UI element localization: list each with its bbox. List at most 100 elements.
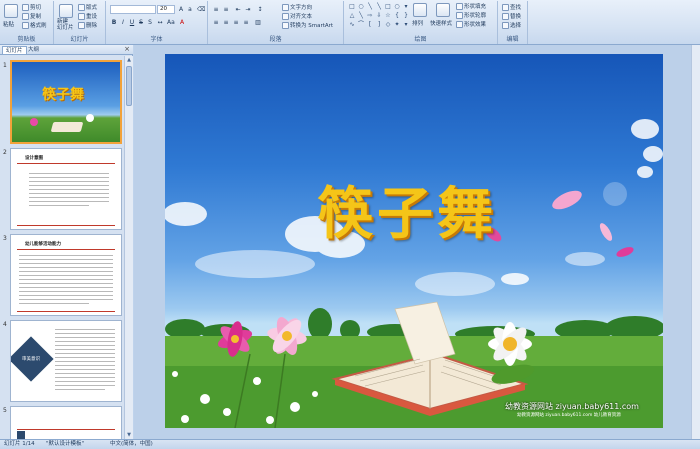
text-line [19, 291, 113, 292]
strikethrough-icon[interactable]: S [137, 18, 145, 26]
divider [17, 225, 115, 226]
tab-outline[interactable]: 大纲 [25, 46, 42, 54]
numbering-icon[interactable]: ≡ [222, 5, 230, 13]
find-button[interactable]: 查找 [502, 3, 521, 11]
line-spacing-icon[interactable]: ↕ [256, 5, 264, 13]
copy-button[interactable]: 复制 [22, 12, 41, 20]
delete-slide-button[interactable]: 删除 [78, 21, 97, 29]
paste-button[interactable]: 粘贴 [3, 20, 14, 28]
slide-title[interactable]: 筷子舞 [317, 169, 497, 250]
font-size-combo[interactable]: 20 [157, 5, 175, 14]
select-button[interactable]: 选择 [502, 21, 521, 29]
clear-format-icon[interactable]: ⌫ [196, 5, 205, 13]
book-image [50, 122, 84, 132]
columns-icon[interactable]: ▥ [254, 18, 262, 26]
grow-font-icon[interactable]: A [177, 5, 185, 13]
scroll-up-icon[interactable]: ▲ [125, 56, 133, 64]
underline-icon[interactable]: U [128, 18, 136, 26]
italic-icon[interactable]: I [119, 18, 127, 26]
curve-shape-icon[interactable]: ∿ [348, 21, 356, 29]
rect-shape-icon[interactable]: □ [384, 3, 392, 11]
new-slide-button[interactable]: 新建 幻灯片 [57, 19, 74, 31]
new-slide-icon[interactable] [59, 4, 73, 18]
shapes-gallery[interactable]: □ ○ ╲ ╲ □ ○ ▾ △ ╲ ⇨ ⇩ ☆{} ∿ ⌒[] ◇ ✦ ▾ [348, 3, 410, 31]
star-shape-icon[interactable]: ☆ [384, 12, 392, 20]
shrink-font-icon[interactable]: a [186, 5, 194, 13]
line-shape-icon[interactable]: ╲ [357, 12, 365, 20]
arrow-shape-icon[interactable]: ⇨ [366, 12, 374, 20]
panel-scrollbar[interactable]: ▲ ▼ [124, 56, 133, 439]
brace-shape-icon[interactable]: } [402, 12, 410, 20]
align-right-icon[interactable]: ≡ [232, 18, 240, 26]
reset-button[interactable]: 重设 [78, 12, 97, 20]
align-text-icon [282, 12, 289, 20]
shape-fill-button[interactable]: 形状填充 [456, 2, 486, 10]
layout-button[interactable]: 版式 [78, 3, 97, 11]
callout-shape-icon[interactable]: ◇ [384, 21, 392, 29]
thumbnail-list: 1 筷子舞 2 设计意图 3 幼儿能够活动能力 4 审美意识 5 [0, 56, 124, 439]
bullets-icon[interactable]: ≡ [212, 5, 220, 13]
slides-panel: 幻灯片 大纲 × 1 筷子舞 2 设计意图 3 幼儿能够活动能力 4 审美意识 … [0, 45, 133, 439]
arrange-icon[interactable] [413, 3, 427, 17]
slide-thumbnail-3[interactable]: 幼儿能够活动能力 [10, 234, 122, 316]
brace-shape-icon[interactable]: { [393, 12, 401, 20]
font-name-combo[interactable] [110, 5, 156, 14]
bold-icon[interactable]: B [110, 18, 118, 26]
text-line [55, 369, 115, 370]
convert-smartart-button[interactable]: 转换为 SmartArt [282, 21, 333, 29]
curve-shape-icon[interactable]: ⌒ [357, 21, 365, 29]
text-line [29, 185, 109, 186]
shadow-icon[interactable]: S [146, 18, 154, 26]
increase-indent-icon[interactable]: ⇥ [244, 5, 252, 13]
arrow-shape-icon[interactable]: ⇩ [375, 12, 383, 20]
text-line [55, 357, 115, 358]
font-color-icon[interactable]: A [178, 18, 186, 26]
slide-thumbnail-2[interactable]: 设计意图 [10, 148, 122, 230]
arrange-button[interactable]: 排列 [412, 19, 423, 27]
ellipse-shape-icon[interactable]: ○ [357, 3, 365, 11]
cut-button[interactable]: 剪切 [22, 3, 41, 11]
align-left-icon[interactable]: ≡ [212, 18, 220, 26]
more-shapes-icon[interactable]: ▾ [402, 3, 410, 11]
text-line [19, 295, 113, 296]
line-shape-icon[interactable]: ╲ [375, 3, 383, 11]
line-shape-icon[interactable]: ╲ [366, 3, 374, 11]
close-panel-icon[interactable]: × [124, 45, 130, 53]
justify-icon[interactable]: ≡ [242, 18, 250, 26]
layout-icon [78, 3, 85, 11]
slide-thumbnail-5[interactable] [10, 406, 122, 439]
replace-button[interactable]: 替换 [502, 12, 521, 20]
quick-styles-button[interactable]: 快速样式 [430, 19, 452, 27]
language-indicator[interactable]: 中文(简体，中国) [110, 440, 153, 449]
oval-shape-icon[interactable]: ○ [393, 3, 401, 11]
scroll-down-icon[interactable]: ▼ [125, 431, 133, 439]
current-slide[interactable]: 筷子舞 幼教资源网站 ziyuan.baby611.com 幼教资源网站 ziy… [165, 54, 663, 428]
more-shapes-icon[interactable]: ▾ [402, 21, 410, 29]
text-direction-button[interactable]: 文字方向 [282, 3, 312, 11]
change-case-icon[interactable]: Aa [166, 18, 175, 26]
text-line [19, 267, 113, 268]
slide-thumbnail-4[interactable]: 审美意识 [10, 320, 122, 402]
shape-effects-button[interactable]: 形状效果 [456, 20, 486, 28]
clipboard-group: 粘贴 剪切 复制 格式刷 剪贴板 [0, 1, 54, 44]
bracket-shape-icon[interactable]: ] [375, 21, 383, 29]
shape-outline-button[interactable]: 形状轮廓 [456, 11, 486, 19]
triangle-shape-icon[interactable]: △ [348, 12, 356, 20]
text-line [29, 177, 109, 178]
slide-thumbnail-1[interactable]: 筷子舞 [10, 60, 122, 144]
tab-slides[interactable]: 幻灯片 [2, 46, 27, 54]
rect-shape-icon[interactable]: □ [348, 3, 356, 11]
bracket-shape-icon[interactable]: [ [366, 21, 374, 29]
editor-scrollbar[interactable] [691, 45, 700, 439]
char-spacing-icon[interactable]: ↔ [156, 18, 164, 26]
align-text-button[interactable]: 对齐文本 [282, 12, 312, 20]
star-shape-icon[interactable]: ✦ [393, 21, 401, 29]
align-center-icon[interactable]: ≡ [222, 18, 230, 26]
thumb-number: 3 [3, 235, 7, 242]
paste-icon[interactable] [4, 4, 18, 18]
quick-styles-icon[interactable] [436, 3, 450, 17]
scroll-thumb[interactable] [126, 66, 132, 106]
text-line [55, 373, 115, 374]
format-painter-button[interactable]: 格式刷 [22, 21, 47, 29]
decrease-indent-icon[interactable]: ⇤ [234, 5, 242, 13]
